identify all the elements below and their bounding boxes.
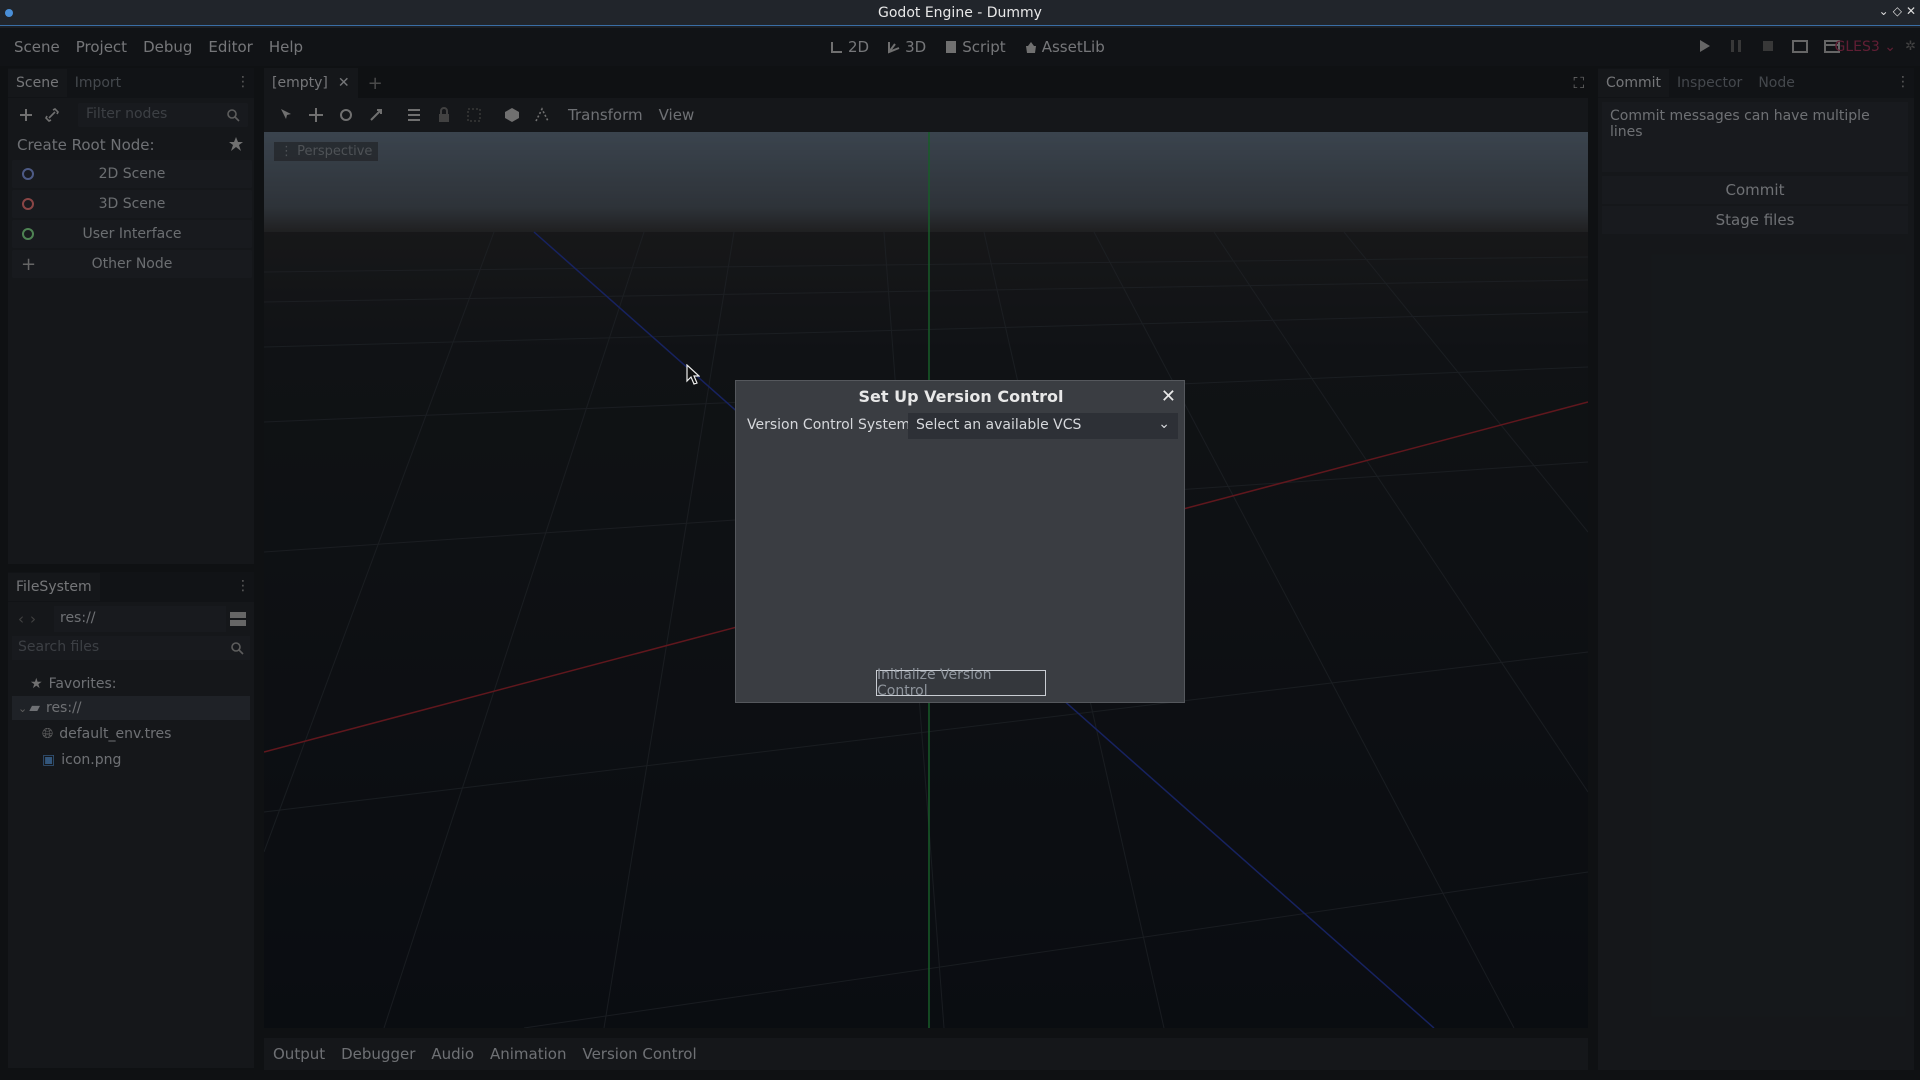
maximize-icon[interactable]: ◇ xyxy=(1893,4,1902,18)
version-control-dialog: Set Up Version Control ✕ Version Control… xyxy=(735,380,1185,703)
window-titlebar: Godot Engine - Dummy ⌄ ◇ ✕ xyxy=(0,0,1920,26)
vcs-select[interactable]: Select an available VCS ⌄ xyxy=(908,413,1178,439)
vcs-label: Version Control System xyxy=(747,417,911,433)
chevron-down-icon: ⌄ xyxy=(1158,416,1170,432)
dialog-title: Set Up Version Control xyxy=(858,386,1064,406)
close-icon[interactable]: ✕ xyxy=(1161,386,1176,407)
window-title: Godot Engine - Dummy xyxy=(878,4,1042,21)
close-window-icon[interactable]: ✕ xyxy=(1906,4,1916,18)
window-controls: ⌄ ◇ ✕ xyxy=(1879,4,1916,18)
mouse-cursor-icon xyxy=(686,364,700,385)
initialize-version-control-button[interactable]: Initialize Version Control xyxy=(876,667,1046,699)
app-icon xyxy=(5,9,13,17)
minimize-icon[interactable]: ⌄ xyxy=(1879,4,1889,18)
